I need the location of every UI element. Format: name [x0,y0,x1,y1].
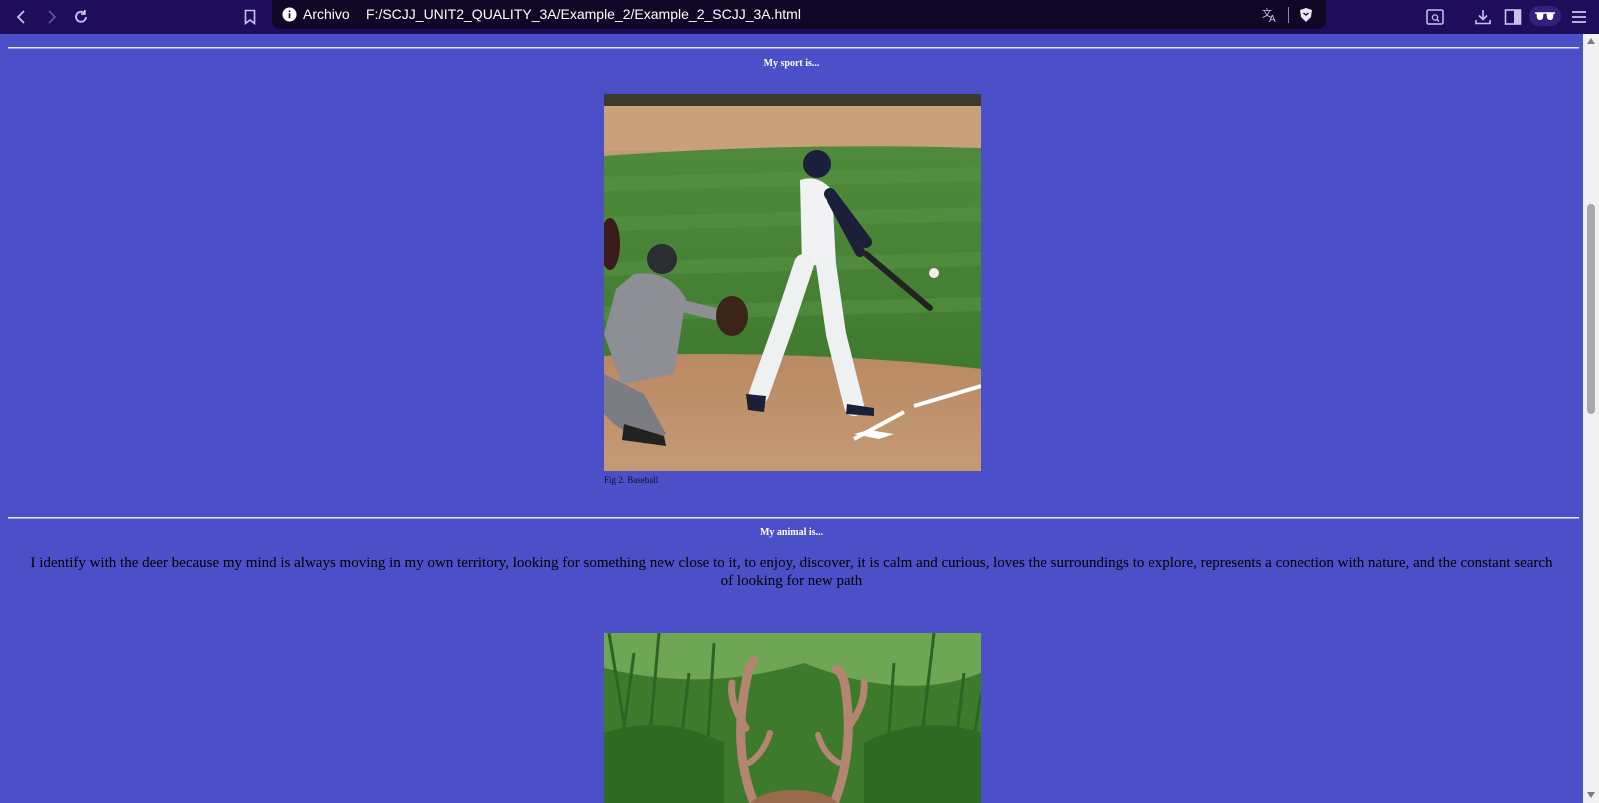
animal-section-title: My animal is... [759,527,824,538]
address-bar[interactable]: Archivo F:/SCJJ_UNIT2_QUALITY_3A/Example… [272,0,1326,29]
page-content: My sport is... Fig 2. Baseball My animal… [0,34,1583,803]
url-text[interactable]: F:/SCJJ_UNIT2_QUALITY_3A/Example_2/Examp… [366,6,801,22]
private-window-button[interactable] [1529,6,1561,26]
baseball-photo [604,94,981,471]
reader-mode-icon [1426,9,1444,25]
reload-button[interactable] [68,4,94,30]
reload-icon [75,10,87,23]
section-divider [8,517,1579,519]
sidebar-toggle-button[interactable] [1501,5,1525,29]
sport-section-title: My sport is... [763,58,820,69]
browser-toolbar: Archivo F:/SCJJ_UNIT2_QUALITY_3A/Example… [0,0,1599,34]
info-icon[interactable] [282,7,297,22]
address-separator [1288,7,1289,23]
forward-button[interactable] [38,4,64,30]
brave-shield-icon [1300,8,1312,22]
bookmark-button[interactable] [237,4,263,30]
back-icon [16,10,25,24]
scroll-up-arrow-icon[interactable] [1587,38,1595,44]
deer-photo [604,633,981,803]
animal-description: I identify with the deer because my mind… [30,555,1553,589]
download-button[interactable] [1471,5,1495,29]
translate-icon: 文A [1262,7,1276,24]
back-button[interactable] [9,4,35,30]
private-glasses-icon [1535,12,1555,20]
bookmark-icon [244,9,256,26]
section-divider [8,47,1579,49]
menu-icon [1572,11,1586,23]
baseball-figure-caption: Fig 2. Baseball [604,475,659,485]
scroll-down-arrow-icon[interactable] [1587,792,1595,798]
scrollbar-thumb[interactable] [1587,204,1595,414]
page-scrollbar[interactable] [1583,34,1599,803]
translate-button[interactable]: 文A [1260,5,1280,25]
reader-mode-button[interactable] [1423,5,1447,29]
download-icon [1475,10,1491,25]
address-scheme-label: Archivo [303,6,350,22]
svg-text:A: A [1269,14,1276,24]
menu-button[interactable] [1567,5,1591,29]
brave-shield-button[interactable] [1296,5,1316,25]
forward-icon [48,10,57,24]
sidebar-icon [1504,9,1522,25]
